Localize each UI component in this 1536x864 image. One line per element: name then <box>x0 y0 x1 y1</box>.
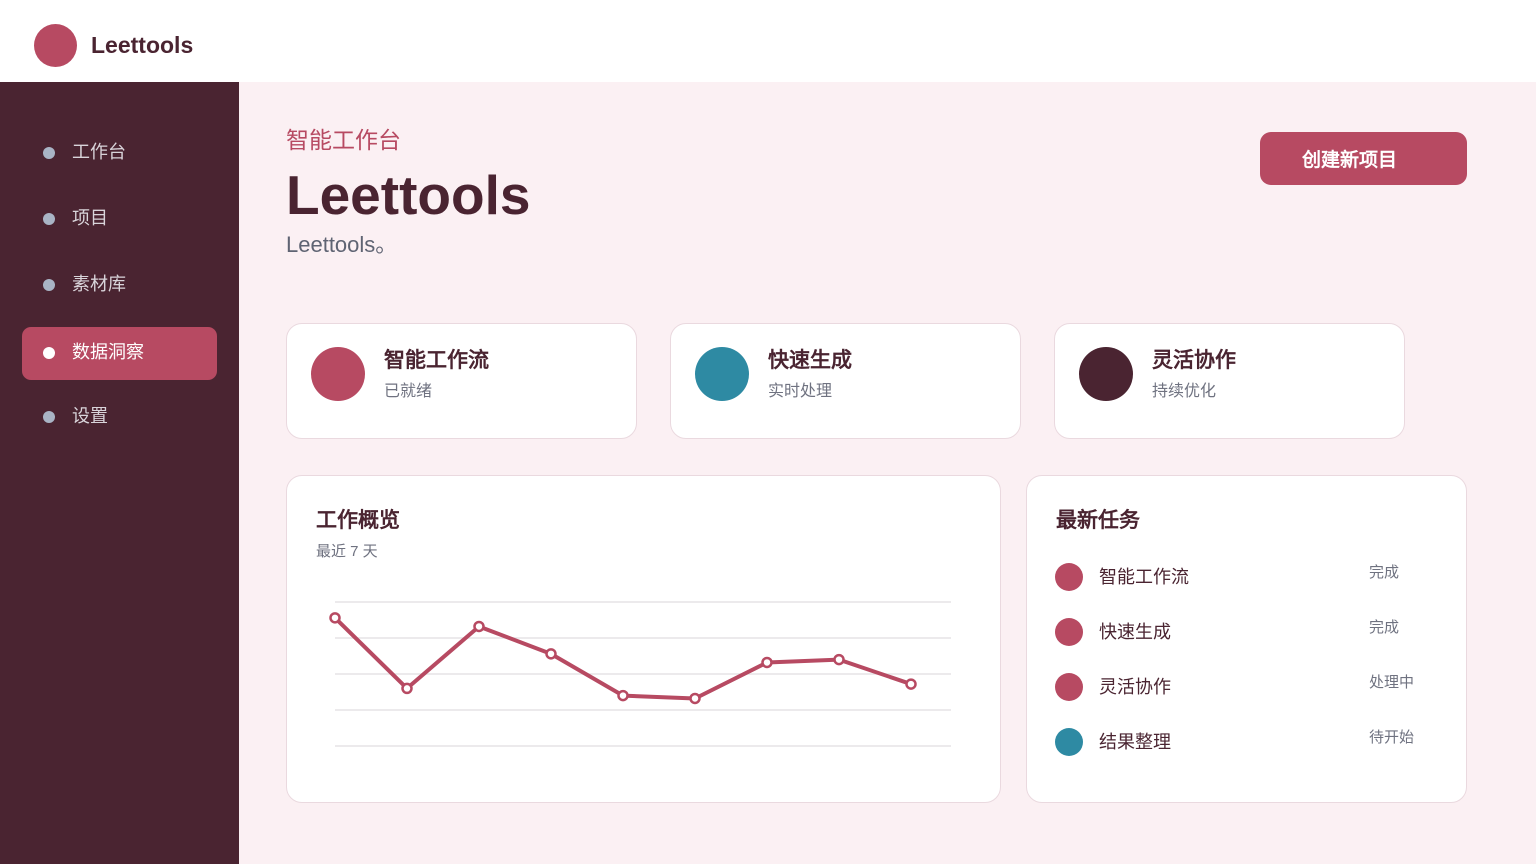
data-point <box>401 682 413 695</box>
task-name: 快速生成 <box>1099 622 1171 642</box>
data-point <box>905 678 917 690</box>
bullet-icon <box>43 147 55 159</box>
overview-panel: 工作概览 最近 7 天 <box>286 475 1001 803</box>
feature-circle-icon <box>1079 347 1133 401</box>
task-status: 完成 <box>1369 564 1400 581</box>
task-name: 智能工作流 <box>1099 567 1189 587</box>
task-item[interactable]: 灵活协作 处理中 <box>1055 671 1435 703</box>
task-status: 处理中 <box>1369 674 1415 691</box>
bullet-icon <box>43 411 55 423</box>
feature-title: 灵活协作 <box>1152 349 1236 372</box>
sidebar-item-insights[interactable]: 数据洞察 <box>22 327 217 380</box>
task-status-dot-icon <box>1055 673 1083 701</box>
tasks-title: 最新任务 <box>1056 509 1140 532</box>
app-name: Leettools <box>91 32 194 58</box>
logo-icon <box>34 24 77 67</box>
sidebar-item-label: 设置 <box>72 406 108 426</box>
data-point <box>833 653 845 666</box>
task-status: 完成 <box>1369 619 1400 636</box>
data-point <box>689 692 701 705</box>
feature-title: 快速生成 <box>768 349 852 372</box>
overview-line-chart <box>329 601 951 747</box>
bullet-icon <box>43 279 55 291</box>
bullet-icon <box>43 213 55 225</box>
sidebar-item-workbench[interactable]: 工作台 <box>22 127 217 180</box>
data-point <box>329 612 341 624</box>
tasks-panel: 最新任务 智能工作流 完成 快速生成 完成 灵活协作 处理中 结果整理 待开始 <box>1026 475 1467 803</box>
feature-card-generate[interactable]: 快速生成 实时处理 <box>670 323 1021 439</box>
task-item[interactable]: 结果整理 待开始 <box>1055 726 1435 758</box>
task-item[interactable]: 快速生成 完成 <box>1055 616 1435 648</box>
data-point <box>545 648 557 660</box>
task-item[interactable]: 智能工作流 完成 <box>1055 561 1435 593</box>
sidebar-item-label: 素材库 <box>72 274 126 294</box>
top-bar: Leettools <box>0 0 1536 82</box>
feature-card-collab[interactable]: 灵活协作 持续优化 <box>1054 323 1405 439</box>
task-status: 待开始 <box>1369 729 1415 746</box>
task-name: 结果整理 <box>1099 732 1171 752</box>
sidebar-item-label: 工作台 <box>72 142 126 162</box>
feature-subtitle: 已就绪 <box>384 383 433 400</box>
feature-circle-icon <box>311 347 365 401</box>
page-title: Leettools <box>286 164 531 226</box>
data-point <box>761 656 773 669</box>
data-point <box>473 620 485 633</box>
page-subtitle: Leettools。 <box>286 232 398 257</box>
task-status-dot-icon <box>1055 563 1083 591</box>
task-status-dot-icon <box>1055 728 1083 756</box>
sidebar-item-settings[interactable]: 设置 <box>22 391 217 444</box>
sidebar-item-assets[interactable]: 素材库 <box>22 259 217 312</box>
feature-subtitle: 实时处理 <box>768 383 833 400</box>
task-name: 灵活协作 <box>1099 677 1171 697</box>
sidebar: 工作台 项目 素材库 数据洞察 设置 <box>0 82 239 864</box>
feature-title: 智能工作流 <box>384 349 489 372</box>
series-line <box>333 615 913 701</box>
feature-circle-icon <box>695 347 749 401</box>
data-point <box>617 689 629 702</box>
feature-subtitle: 持续优化 <box>1152 383 1217 400</box>
feature-card-workflow[interactable]: 智能工作流 已就绪 <box>286 323 637 439</box>
create-project-button[interactable]: 创建新项目 <box>1260 132 1467 185</box>
sidebar-item-label: 项目 <box>72 208 108 228</box>
sidebar-item-label: 数据洞察 <box>72 342 144 362</box>
sidebar-item-projects[interactable]: 项目 <box>22 193 217 246</box>
bullet-icon <box>43 347 55 359</box>
task-status-dot-icon <box>1055 618 1083 646</box>
page-eyebrow: 智能工作台 <box>286 127 401 153</box>
